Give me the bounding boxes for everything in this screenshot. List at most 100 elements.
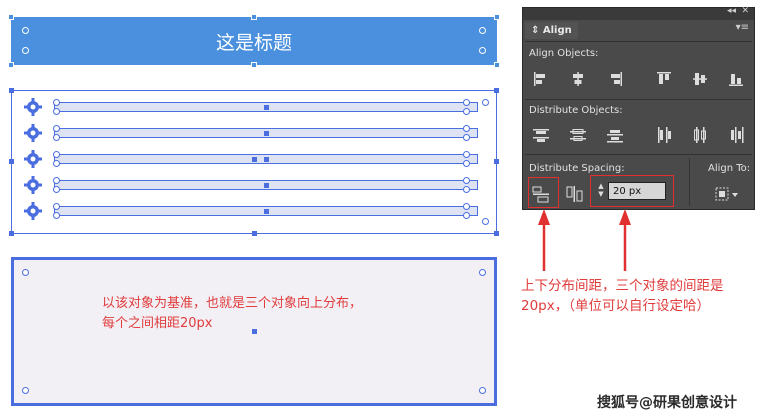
corner-radius-handle[interactable] xyxy=(463,151,470,158)
highlight-box xyxy=(528,177,559,208)
align-to-label: Align To: xyxy=(708,163,751,174)
corner-radius-handle[interactable] xyxy=(482,99,489,106)
vertical-align-center-icon[interactable] xyxy=(691,70,709,88)
divider xyxy=(525,99,752,100)
annotation-line-1: 上下分布间距，三个对象的间距是 xyxy=(521,278,724,294)
selection-handle[interactable] xyxy=(9,88,14,93)
watermark: 搜狐号@研果创意设计 xyxy=(597,395,737,411)
corner-radius-handle[interactable] xyxy=(53,212,60,219)
list-row[interactable] xyxy=(54,102,478,112)
corner-radius-handle[interactable] xyxy=(463,212,470,219)
corner-radius-handle[interactable] xyxy=(22,269,29,276)
horizontal-distribute-space-icon[interactable] xyxy=(565,185,583,203)
selection-handle[interactable] xyxy=(252,231,257,236)
corner-radius-handle[interactable] xyxy=(479,269,486,276)
vertical-distribute-center-icon[interactable] xyxy=(569,126,587,144)
tab-align-label: Align xyxy=(542,25,572,36)
center-handle[interactable] xyxy=(263,208,269,214)
gear-icon xyxy=(24,150,42,168)
divider xyxy=(525,41,752,42)
corner-radius-handle[interactable] xyxy=(463,134,470,141)
selection-handle[interactable] xyxy=(251,14,257,20)
highlight-box xyxy=(590,175,674,207)
corner-radius-handle[interactable] xyxy=(53,177,60,184)
corner-radius-handle[interactable] xyxy=(479,47,486,54)
corner-radius-handle[interactable] xyxy=(53,99,60,106)
corner-radius-handle[interactable] xyxy=(22,27,29,34)
corner-radius-handle[interactable] xyxy=(53,203,60,210)
title-text: 这是标题 xyxy=(215,32,292,54)
corner-radius-handle[interactable] xyxy=(463,160,470,167)
center-handle[interactable] xyxy=(263,156,269,162)
gear-icon xyxy=(24,176,42,194)
corner-radius-handle[interactable] xyxy=(22,47,29,54)
align-to-key-object-icon[interactable] xyxy=(714,185,740,203)
gear-icon xyxy=(24,202,42,220)
corner-radius-handle[interactable] xyxy=(53,134,60,141)
vertical-distribute-bottom-icon[interactable] xyxy=(606,126,624,144)
list-row[interactable] xyxy=(54,154,478,164)
center-handle[interactable] xyxy=(263,130,269,136)
corner-radius-handle[interactable] xyxy=(53,186,60,193)
selection-handle[interactable] xyxy=(9,231,14,236)
center-handle[interactable] xyxy=(263,182,269,188)
corner-radius-handle[interactable] xyxy=(463,177,470,184)
divider xyxy=(525,154,752,155)
annotation-text: 上下分布间距，三个对象的间距是 20px，（单位可以自行设定哈） xyxy=(521,276,724,316)
key-object-panel[interactable]: 以该对象为基准，也就是三个对象向上分布， 每个之间相距20px xyxy=(11,257,497,406)
center-handle[interactable] xyxy=(252,329,257,334)
list-row[interactable] xyxy=(54,206,478,216)
horizontal-align-right-icon[interactable] xyxy=(606,70,624,88)
vertical-align-top-icon[interactable] xyxy=(655,70,673,88)
horizontal-distribute-left-icon[interactable] xyxy=(655,126,673,144)
gear-icon xyxy=(24,98,42,116)
collapse-icon[interactable]: ◂◂ xyxy=(727,6,736,16)
selection-handle[interactable] xyxy=(8,14,14,20)
corner-radius-handle[interactable] xyxy=(463,99,470,106)
annotation-line-2: 20px，（单位可以自行设定哈） xyxy=(521,298,710,314)
tab-align[interactable]: ⇕ Align xyxy=(525,22,578,39)
panel-vertical-divider xyxy=(689,158,690,206)
selection-handle[interactable] xyxy=(252,157,257,162)
list-row[interactable] xyxy=(54,180,478,190)
corner-radius-handle[interactable] xyxy=(463,125,470,132)
horizontal-align-left-icon[interactable] xyxy=(532,70,550,88)
close-icon[interactable]: ✕ xyxy=(741,6,749,16)
corner-radius-handle[interactable] xyxy=(482,218,489,225)
corner-radius-handle[interactable] xyxy=(479,27,486,34)
selection-handle[interactable] xyxy=(494,231,499,236)
corner-radius-handle[interactable] xyxy=(22,387,29,394)
corner-radius-handle[interactable] xyxy=(53,125,60,132)
selection-handle[interactable] xyxy=(494,14,500,20)
annotation-arrows xyxy=(538,209,631,271)
center-handle[interactable] xyxy=(263,104,269,110)
corner-radius-handle[interactable] xyxy=(463,108,470,115)
panel-title-strip: ◂◂ ✕ xyxy=(523,6,754,20)
vertical-distribute-top-icon[interactable] xyxy=(532,126,550,144)
corner-radius-handle[interactable] xyxy=(53,108,60,115)
corner-radius-handle[interactable] xyxy=(53,160,60,167)
list-selection-box[interactable] xyxy=(9,88,499,236)
vertical-align-bottom-icon[interactable] xyxy=(727,70,745,88)
selection-handle[interactable] xyxy=(494,159,499,164)
corner-radius-handle[interactable] xyxy=(463,186,470,193)
horizontal-align-center-icon[interactable] xyxy=(569,70,587,88)
horizontal-distribute-right-icon[interactable] xyxy=(727,126,745,144)
selection-handle[interactable] xyxy=(494,88,499,93)
selection-handle[interactable] xyxy=(9,159,14,164)
horizontal-distribute-center-icon[interactable] xyxy=(691,126,709,144)
corner-radius-handle[interactable] xyxy=(479,387,486,394)
distribute-spacing-label: Distribute Spacing: xyxy=(529,163,625,174)
panel-text-line-1: 以该对象为基准，也就是三个对象向上分布， xyxy=(102,296,363,311)
selection-handle[interactable] xyxy=(8,62,14,68)
corner-radius-handle[interactable] xyxy=(53,151,60,158)
list-row[interactable] xyxy=(54,128,478,138)
panel-menu-icon[interactable]: ▾≡ xyxy=(736,22,749,33)
selection-handle[interactable] xyxy=(494,62,500,68)
distribute-objects-label: Distribute Objects: xyxy=(529,105,623,116)
corner-radius-handle[interactable] xyxy=(463,203,470,210)
gear-icon xyxy=(24,124,42,142)
title-bar[interactable]: 这是标题 xyxy=(8,14,500,68)
align-objects-label: Align Objects: xyxy=(529,48,599,59)
selection-handle[interactable] xyxy=(251,62,257,68)
